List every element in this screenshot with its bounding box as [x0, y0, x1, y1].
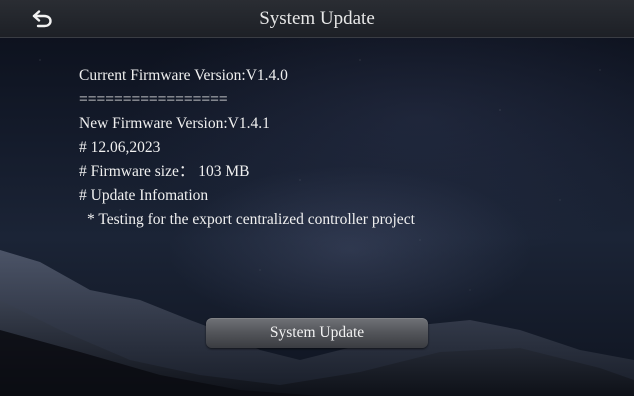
page-title: System Update: [259, 8, 375, 29]
new-firmware-version: New Firmware Version:V1.4.1: [79, 115, 270, 132]
title-bar: System Update: [0, 0, 634, 38]
separator-line: =================: [79, 91, 228, 108]
firmware-date: # 12.06,2023: [79, 139, 161, 156]
firmware-size: # Firmware size： 103 MB: [79, 163, 250, 180]
system-update-screen: System Update Current Firmware Version:V…: [0, 0, 634, 396]
update-info-heading: # Update Infomation: [79, 187, 209, 204]
update-note: * Testing for the export centralized con…: [87, 211, 415, 228]
current-firmware-version: Current Firmware Version:V1.4.0: [79, 67, 288, 84]
system-update-button[interactable]: System Update: [206, 318, 428, 348]
firmware-info: Current Firmware Version:V1.4.0 ========…: [79, 64, 415, 232]
